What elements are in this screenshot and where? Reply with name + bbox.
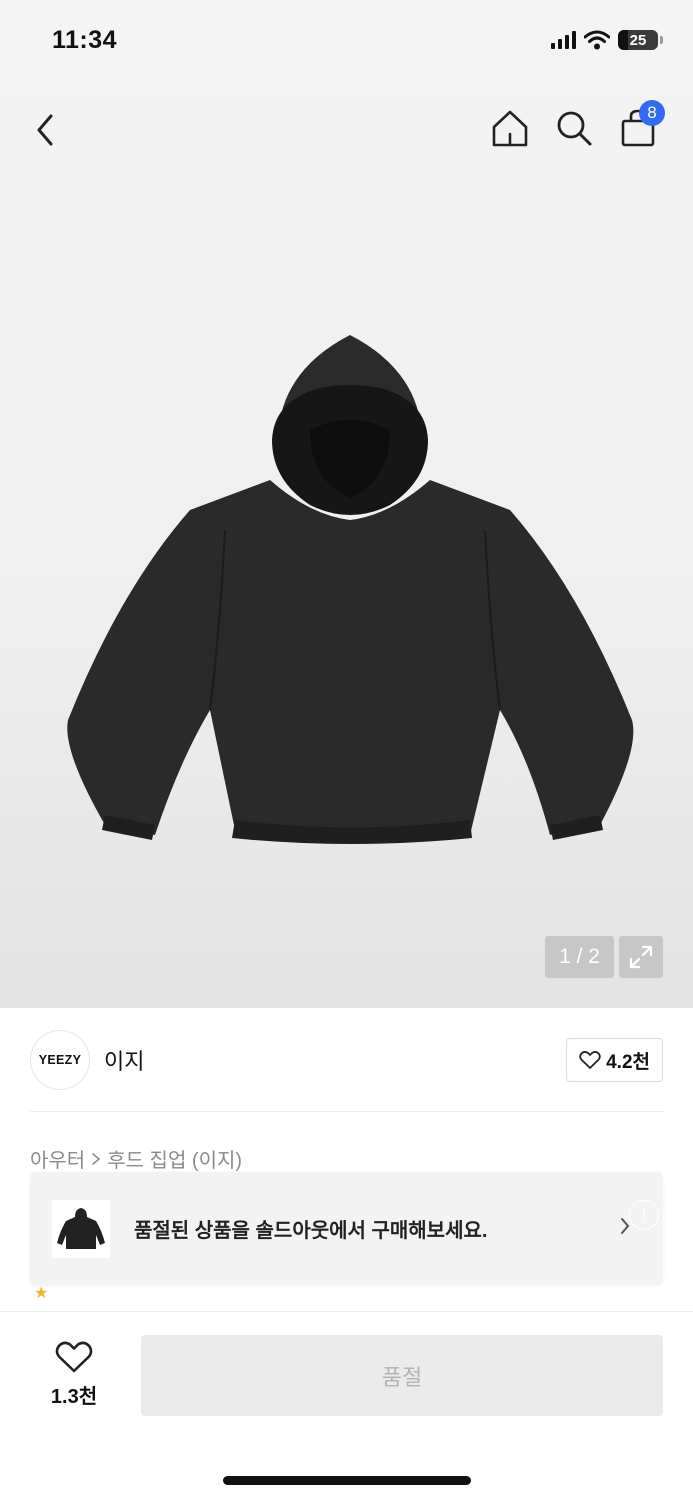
heart-icon bbox=[579, 1051, 601, 1069]
product-image-area[interactable]: 11:34 25 8 1 / 2 bbox=[0, 0, 693, 1008]
battery-cap bbox=[660, 36, 663, 44]
wishlist-button[interactable]: 1.3천 bbox=[40, 1340, 108, 1409]
brand-logo[interactable]: YEEZY bbox=[30, 1030, 90, 1090]
signal-icon bbox=[551, 31, 576, 49]
nav-actions: 8 bbox=[489, 100, 665, 152]
brand-like-button[interactable]: 4.2천 bbox=[566, 1038, 663, 1082]
breadcrumb-category[interactable]: 아우터 bbox=[30, 1144, 85, 1173]
breadcrumb: 아우터 후드 집업 (이지) bbox=[30, 1144, 242, 1173]
battery-icon: 25 bbox=[618, 30, 658, 50]
brand-like-count: 4.2천 bbox=[606, 1051, 650, 1073]
review-summary-row: ★ bbox=[34, 1283, 48, 1303]
cart-button[interactable]: 8 bbox=[617, 100, 665, 152]
home-indicator[interactable] bbox=[223, 1476, 471, 1485]
brand-row: YEEZY 이지 4.2천 bbox=[30, 1030, 663, 1090]
chevron-right-icon bbox=[92, 1152, 101, 1165]
heart-icon bbox=[55, 1341, 93, 1373]
brand-name[interactable]: 이지 bbox=[104, 1044, 144, 1076]
soldout-banner-text: 품절된 상품을 솔드아웃에서 구매해보세요. bbox=[134, 1220, 488, 1242]
info-icon[interactable]: ! bbox=[629, 1200, 659, 1230]
divider bbox=[30, 1111, 663, 1112]
chevron-left-icon bbox=[37, 114, 53, 146]
back-button[interactable] bbox=[34, 108, 74, 152]
expand-image-button[interactable] bbox=[619, 936, 663, 978]
home-icon bbox=[492, 110, 528, 147]
hoodie-thumbnail-icon bbox=[57, 1207, 105, 1249]
star-icon: ★ bbox=[34, 1285, 49, 1302]
wishlist-count: 1.3천 bbox=[50, 1386, 98, 1408]
battery-level: 25 bbox=[629, 31, 647, 49]
status-icons: 25 bbox=[551, 30, 663, 50]
bottom-action-bar: 1.3천 품절 bbox=[0, 1311, 693, 1500]
status-time: 11:34 bbox=[52, 26, 118, 54]
image-counter: 1 / 2 bbox=[545, 936, 614, 978]
search-button[interactable] bbox=[553, 104, 595, 152]
soldout-button[interactable]: 품절 bbox=[141, 1335, 663, 1416]
soldout-banner[interactable]: 품절된 상품을 솔드아웃에서 구매해보세요. ! bbox=[30, 1172, 663, 1285]
banner-product-thumbnail bbox=[52, 1199, 110, 1258]
breadcrumb-subcategory[interactable]: 후드 집업 (이지) bbox=[107, 1144, 242, 1173]
expand-icon bbox=[629, 945, 653, 969]
cart-count-badge: 8 bbox=[639, 100, 665, 126]
product-photo[interactable] bbox=[60, 330, 640, 850]
search-icon bbox=[557, 111, 592, 146]
home-button[interactable] bbox=[489, 104, 531, 152]
wifi-icon bbox=[584, 30, 610, 50]
